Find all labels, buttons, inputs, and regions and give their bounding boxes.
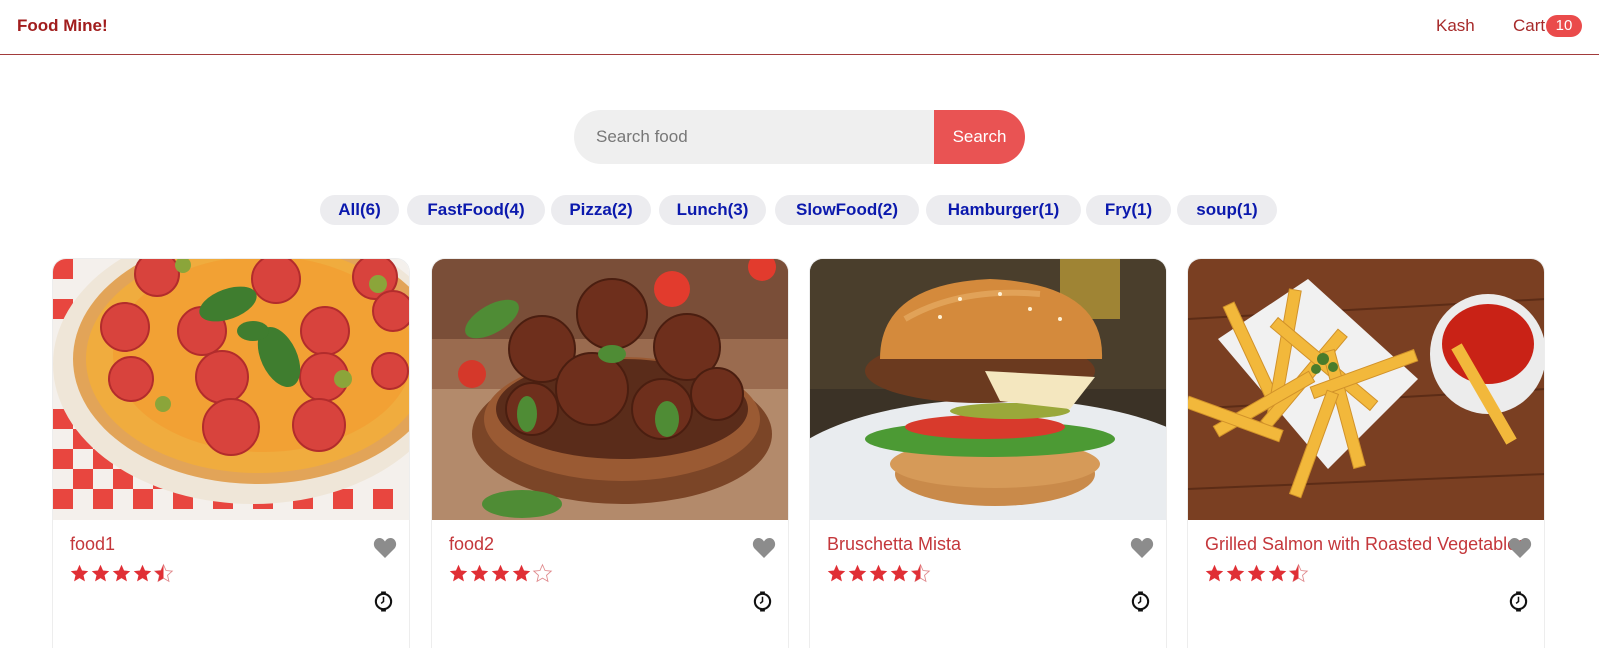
star-icon bbox=[827, 564, 846, 582]
heart-icon[interactable] bbox=[752, 537, 776, 559]
food-name[interactable]: Grilled Salmon with Roasted Vegetables bbox=[1205, 534, 1535, 555]
food-name[interactable]: food2 bbox=[449, 534, 779, 555]
tag-fry[interactable]: Fry(1) bbox=[1086, 195, 1171, 225]
star-icon bbox=[70, 564, 89, 582]
tag-hamburger[interactable]: Hamburger(1) bbox=[926, 195, 1081, 225]
food-card[interactable]: food2 bbox=[431, 258, 789, 648]
search-bar: Search bbox=[574, 110, 1025, 164]
heart-icon[interactable] bbox=[1130, 537, 1154, 559]
tag-all[interactable]: All(6) bbox=[320, 195, 399, 225]
cart-link[interactable]: Cart bbox=[1513, 16, 1545, 36]
logo[interactable]: Food Mine! bbox=[17, 16, 108, 36]
star-icon bbox=[1205, 564, 1224, 582]
heart-icon[interactable] bbox=[373, 537, 397, 559]
star-icon bbox=[91, 564, 110, 582]
star-icon bbox=[449, 564, 468, 582]
star-icon bbox=[491, 564, 510, 582]
star-icon bbox=[869, 564, 888, 582]
star-icon bbox=[512, 564, 531, 582]
star-icon bbox=[1226, 564, 1245, 582]
food-card[interactable]: Grilled Salmon with Roasted Vegetables bbox=[1187, 258, 1545, 648]
star-icon bbox=[112, 564, 131, 582]
rating-stars bbox=[1204, 563, 1309, 585]
star-icon bbox=[470, 564, 489, 582]
food-name[interactable]: food1 bbox=[70, 534, 400, 555]
star-half-icon bbox=[910, 563, 931, 583]
star-icon bbox=[133, 564, 152, 582]
burger-image bbox=[810, 259, 1166, 520]
header: Food Mine! Kash Cart 10 bbox=[0, 0, 1599, 55]
star-icon bbox=[1268, 564, 1287, 582]
tag-fastfood[interactable]: FastFood(4) bbox=[407, 195, 545, 225]
star-half-icon bbox=[1288, 563, 1309, 583]
star-empty-icon bbox=[532, 563, 553, 583]
star-icon bbox=[1247, 564, 1266, 582]
meatballs-image bbox=[432, 259, 788, 520]
tag-slowfood[interactable]: SlowFood(2) bbox=[775, 195, 919, 225]
fries-image bbox=[1188, 259, 1544, 520]
star-icon bbox=[848, 564, 867, 582]
food-card[interactable]: Bruschetta Mista bbox=[809, 258, 1167, 648]
clock-icon bbox=[374, 591, 393, 612]
rating-stars bbox=[826, 563, 931, 585]
cart-count-badge[interactable]: 10 bbox=[1546, 15, 1582, 37]
rating-stars bbox=[448, 563, 553, 585]
rating-stars bbox=[69, 563, 174, 585]
user-link[interactable]: Kash bbox=[1436, 16, 1475, 36]
search-button[interactable]: Search bbox=[934, 110, 1025, 164]
clock-icon bbox=[1509, 591, 1528, 612]
heart-icon[interactable] bbox=[1508, 537, 1532, 559]
search-input[interactable] bbox=[574, 110, 935, 164]
tag-soup[interactable]: soup(1) bbox=[1177, 195, 1277, 225]
tag-pizza[interactable]: Pizza(2) bbox=[551, 195, 651, 225]
star-icon bbox=[890, 564, 909, 582]
pizza-image bbox=[53, 259, 409, 520]
clock-icon bbox=[1131, 591, 1150, 612]
clock-icon bbox=[753, 591, 772, 612]
star-half-icon bbox=[153, 563, 174, 583]
food-name[interactable]: Bruschetta Mista bbox=[827, 534, 1157, 555]
tag-lunch[interactable]: Lunch(3) bbox=[659, 195, 766, 225]
food-card[interactable]: food1 bbox=[52, 258, 410, 648]
